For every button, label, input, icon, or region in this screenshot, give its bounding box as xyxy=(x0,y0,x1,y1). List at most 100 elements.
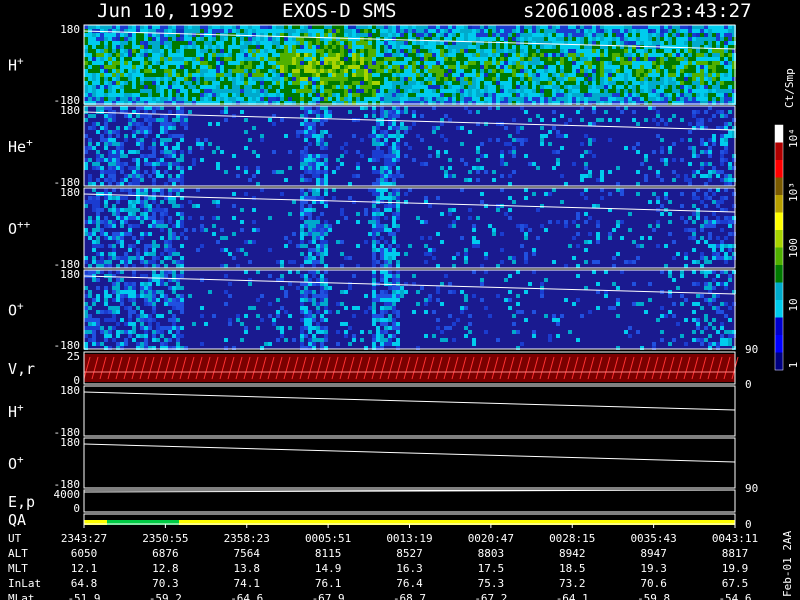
table-cell: -51.9 xyxy=(67,592,100,600)
row-label-ALT: ALT xyxy=(8,547,28,560)
colorbar-label: 1 xyxy=(787,362,800,369)
table-cell: 0043:11 xyxy=(712,532,758,545)
table-cell: -54.6 xyxy=(718,592,751,600)
right-tick: 90 xyxy=(745,343,758,356)
panel-2: O++180-180 xyxy=(8,186,736,271)
colorbar-swatch xyxy=(775,160,783,178)
y-tick-top: 180 xyxy=(60,23,80,36)
table-cell: 0028:15 xyxy=(549,532,595,545)
panel-3: O+180-180 90 xyxy=(8,268,758,356)
table-cell: 19.3 xyxy=(640,562,667,575)
y-tick-top: 4000 xyxy=(54,488,81,501)
table-cell: 17.5 xyxy=(478,562,505,575)
table-cell: 2343:27 xyxy=(61,532,107,545)
table-cell: -67.9 xyxy=(312,592,345,600)
colorbar-swatch xyxy=(775,177,783,196)
right-tick: 90 xyxy=(745,482,758,495)
colorbar-swatch xyxy=(775,230,783,248)
table-cell: -64.1 xyxy=(556,592,589,600)
colorbar-label: 10³ xyxy=(787,182,800,202)
table-cell: 64.8 xyxy=(71,577,98,590)
table-cell: 75.3 xyxy=(478,577,505,590)
colorbar-swatch xyxy=(775,352,783,371)
colorbar-swatch xyxy=(775,142,783,161)
row-label-UT: UT xyxy=(8,532,22,545)
table-cell: 0020:47 xyxy=(468,532,514,545)
row-label-MLT: MLT xyxy=(8,562,28,575)
table-cell: -64.6 xyxy=(230,592,263,600)
table-cell: 8115 xyxy=(315,547,342,560)
table-cell: 67.5 xyxy=(722,577,749,590)
colorbar-swatch xyxy=(775,335,783,353)
y-tick-top: 180 xyxy=(60,268,80,281)
table-cell: 74.1 xyxy=(234,577,261,590)
table-cell: 70.3 xyxy=(152,577,179,590)
y-tick-top: 180 xyxy=(60,436,80,449)
y-tick-top: 25 xyxy=(67,350,80,363)
y-tick-top: 180 xyxy=(60,104,80,117)
y-tick-top: 180 xyxy=(60,384,80,397)
table-cell: 13.8 xyxy=(234,562,261,575)
colorbar-label: 10 xyxy=(787,298,800,311)
table-cell: 19.9 xyxy=(722,562,749,575)
table-cell: 16.3 xyxy=(396,562,423,575)
colorbar-swatch xyxy=(775,265,783,283)
colorbar-swatch xyxy=(775,247,783,266)
colorbar-swatch xyxy=(775,282,783,301)
colorbar-swatch xyxy=(775,125,783,143)
table-cell: 8527 xyxy=(396,547,423,560)
table-cell: 12.8 xyxy=(152,562,179,575)
right-tick: 0 xyxy=(745,518,752,531)
table-cell: 0035:43 xyxy=(630,532,676,545)
colorbar-label: 10⁴ xyxy=(787,128,800,148)
table-cell: 76.4 xyxy=(396,577,423,590)
table-cell: 18.5 xyxy=(559,562,586,575)
table-cell: 2358:23 xyxy=(224,532,270,545)
table-cell: 12.1 xyxy=(71,562,98,575)
panel-label-8: QA xyxy=(8,511,26,529)
panel-5: H+180-180 xyxy=(8,384,736,439)
table-cell: 8803 xyxy=(478,547,505,560)
table-cell: 14.9 xyxy=(315,562,342,575)
table-cell: 0005:51 xyxy=(305,532,351,545)
panel-label-7: E,p xyxy=(8,493,35,511)
spectrogram-figure: Jun 10, 1992 EXOS-D SMS s2061008.asr 23:… xyxy=(0,0,800,600)
filename-title: s2061008.asr xyxy=(523,0,660,22)
colorbar-swatch xyxy=(775,300,783,318)
table-cell: -59.2 xyxy=(149,592,182,600)
panel-0: H+180-180 xyxy=(8,23,736,107)
right-tick: 0 xyxy=(745,378,752,391)
table-cell: 6876 xyxy=(152,547,179,560)
row-label-MLat: MLat xyxy=(8,592,35,600)
panel-6: O+180-180 90 xyxy=(8,436,758,495)
date-title: Jun 10, 1992 xyxy=(97,0,234,22)
table-cell: 8942 xyxy=(559,547,586,560)
row-label-InLat: InLat xyxy=(8,577,41,590)
footer-side-label: Feb-01 2AA xyxy=(781,530,794,597)
panels-group: H+180-180He+180-180O++180-180O+180-180 90… xyxy=(8,23,758,531)
table-cell: 2350:55 xyxy=(142,532,188,545)
colorbar-label: 100 xyxy=(787,238,800,258)
colorbar-unit: Ct/Smp xyxy=(783,68,796,108)
table-cell: 8947 xyxy=(640,547,667,560)
colorbar-swatch xyxy=(775,212,783,231)
panel-1: He+180-180 xyxy=(8,104,736,189)
table-cell: 8817 xyxy=(722,547,749,560)
y-tick-top: 180 xyxy=(60,186,80,199)
colorbar-swatch xyxy=(775,317,783,336)
panel-7: E,p 40000 xyxy=(8,488,736,515)
instrument-title: EXOS-D SMS xyxy=(282,0,396,22)
table-cell: 76.1 xyxy=(315,577,342,590)
panel-label-4: V,r xyxy=(8,360,35,378)
table-cell: 0013:19 xyxy=(386,532,432,545)
y-tick-bottom: 0 xyxy=(73,502,80,515)
time-title: 23:43:27 xyxy=(660,0,752,22)
table-cell: 7564 xyxy=(234,547,261,560)
table-cell: 6050 xyxy=(71,547,98,560)
table-cell: -68.7 xyxy=(393,592,426,600)
table-cell: -67.2 xyxy=(474,592,507,600)
colorbar-swatch xyxy=(775,195,783,213)
table-cell: 70.6 xyxy=(640,577,667,590)
table-cell: 73.2 xyxy=(559,577,586,590)
table-cell: -59.8 xyxy=(637,592,670,600)
